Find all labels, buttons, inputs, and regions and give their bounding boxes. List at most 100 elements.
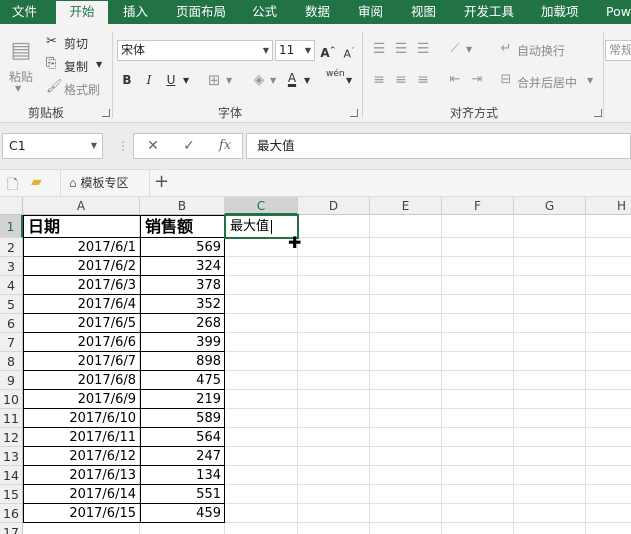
add-tab-button[interactable]: + [154, 171, 169, 192]
cell-sales[interactable]: 475 [141, 371, 224, 390]
cell-sales[interactable]: 352 [141, 295, 224, 314]
cell-sales[interactable]: 324 [141, 257, 224, 276]
underline-dropdown-icon[interactable]: ▼ [183, 76, 189, 85]
row-header-1[interactable]: 1 [0, 215, 23, 238]
formula-input[interactable]: 最大值 [246, 133, 631, 159]
copy-dropdown-icon[interactable]: ▼ [96, 60, 102, 69]
cell-sales[interactable]: 589 [141, 409, 224, 428]
row-header-10[interactable]: 10 [0, 390, 23, 409]
cell-sales[interactable]: 378 [141, 276, 224, 295]
row-header-16[interactable]: 16 [0, 504, 23, 523]
tab-page-layout[interactable]: 页面布局 [176, 0, 226, 24]
font-color-dropdown-icon[interactable]: ▼ [304, 76, 310, 85]
cell-a1[interactable]: 日期 [24, 216, 139, 238]
align-bottom-icon[interactable]: ☰ [413, 39, 433, 59]
cell-date[interactable]: 2017/6/12 [24, 447, 139, 466]
alignment-launcher-icon[interactable] [594, 109, 602, 117]
row-header-2[interactable]: 2 [0, 238, 23, 257]
cell-sales[interactable]: 134 [141, 466, 224, 485]
cancel-icon[interactable]: ✕ [138, 134, 168, 158]
tab-template-zone[interactable]: ⌂ 模板专区 [60, 170, 150, 196]
cell-sales[interactable]: 247 [141, 447, 224, 466]
row-header-14[interactable]: 14 [0, 466, 23, 485]
font-size-combo[interactable]: 11 ▼ [275, 40, 315, 61]
column-header-e[interactable]: E [370, 197, 442, 215]
wrap-text-icon[interactable]: ↵ [496, 39, 516, 59]
align-left-icon[interactable]: ≡ [369, 70, 389, 90]
merge-dropdown-icon[interactable]: ▼ [587, 76, 593, 85]
align-center-icon[interactable]: ≡ [391, 70, 411, 90]
font-launcher-icon[interactable] [350, 109, 358, 117]
cell-sales[interactable]: 569 [141, 238, 224, 257]
tab-data[interactable]: 数据 [305, 0, 330, 24]
cell-sales[interactable]: 399 [141, 333, 224, 352]
row-header-3[interactable]: 3 [0, 257, 23, 276]
tab-addins[interactable]: 加载项 [541, 0, 579, 24]
cell-sales[interactable]: 459 [141, 504, 224, 523]
merge-center-icon[interactable]: ⊟ [496, 70, 516, 90]
merge-center-button[interactable]: 合并后居中 [517, 74, 577, 91]
cell-sales[interactable]: 564 [141, 428, 224, 447]
new-file-icon[interactable]: 🗋 [7, 174, 18, 198]
folder-icon[interactable]: ▰ [31, 174, 42, 190]
cell-date[interactable]: 2017/6/7 [24, 352, 139, 371]
row-header-6[interactable]: 6 [0, 314, 23, 333]
row-header-5[interactable]: 5 [0, 295, 23, 314]
align-middle-icon[interactable]: ☰ [391, 39, 411, 59]
format-painter-button[interactable]: 格式刷 [64, 81, 100, 98]
cell-sales[interactable]: 898 [141, 352, 224, 371]
name-box[interactable]: C1 ▼ [2, 133, 103, 159]
borders-dropdown-icon[interactable]: ▼ [226, 76, 232, 85]
align-top-icon[interactable]: ☰ [369, 39, 389, 59]
tab-insert[interactable]: 插入 [123, 0, 148, 24]
cell-date[interactable]: 2017/6/3 [24, 276, 139, 295]
cell-date[interactable]: 2017/6/13 [24, 466, 139, 485]
fill-color-icon[interactable]: ◈ [249, 70, 269, 90]
column-header-a[interactable]: A [23, 197, 140, 215]
align-right-icon[interactable]: ≡ [413, 70, 433, 90]
column-header-b[interactable]: B [140, 197, 225, 215]
increase-font-icon[interactable]: A^ [318, 40, 338, 60]
decrease-font-icon[interactable]: Aˇ [339, 41, 359, 61]
row-header-12[interactable]: 12 [0, 428, 23, 447]
column-header-f[interactable]: F [442, 197, 514, 215]
underline-button[interactable]: U [161, 70, 181, 90]
cell-date[interactable]: 2017/6/6 [24, 333, 139, 352]
borders-icon[interactable]: ⊞ [204, 70, 224, 90]
column-header-g[interactable]: G [514, 197, 586, 215]
cell-date[interactable]: 2017/6/8 [24, 371, 139, 390]
wrap-text-button[interactable]: 自动换行 [517, 42, 565, 59]
column-header-c[interactable]: C [225, 197, 298, 215]
cell-sales[interactable]: 551 [141, 485, 224, 504]
cell-date[interactable]: 2017/6/10 [24, 409, 139, 428]
cell-date[interactable]: 2017/6/2 [24, 257, 139, 276]
paste-icon[interactable]: ▤ [8, 36, 34, 66]
phonetic-dropdown-icon[interactable]: ▼ [346, 76, 352, 85]
tab-view[interactable]: 视图 [411, 0, 436, 24]
tab-formulas[interactable]: 公式 [252, 0, 277, 24]
cell-date[interactable]: 2017/6/14 [24, 485, 139, 504]
cell-date[interactable]: 2017/6/1 [24, 238, 139, 257]
font-name-combo[interactable]: 宋体 ▼ [117, 40, 273, 61]
enter-icon[interactable]: ✓ [174, 134, 204, 158]
cell-date[interactable]: 2017/6/4 [24, 295, 139, 314]
clipboard-launcher-icon[interactable] [102, 109, 110, 117]
row-header-13[interactable]: 13 [0, 447, 23, 466]
column-header-d[interactable]: D [298, 197, 370, 215]
row-header-15[interactable]: 15 [0, 485, 23, 504]
cell-date[interactable]: 2017/6/9 [24, 390, 139, 409]
cell-date[interactable]: 2017/6/11 [24, 428, 139, 447]
tab-file[interactable]: 文件 [12, 0, 37, 24]
cell-date[interactable]: 2017/6/15 [24, 504, 139, 523]
cell-date[interactable]: 2017/6/5 [24, 314, 139, 333]
bold-button[interactable]: B [117, 70, 137, 90]
number-format-combo[interactable]: 常规 [605, 40, 631, 61]
increase-indent-icon[interactable]: ⇥ [467, 70, 487, 90]
select-all-corner[interactable] [0, 197, 23, 215]
insert-function-button[interactable]: fx [210, 134, 240, 158]
cell-sales[interactable]: 219 [141, 390, 224, 409]
tab-developer[interactable]: 开发工具 [464, 0, 514, 24]
tab-power[interactable]: Pow [606, 0, 631, 24]
tab-review[interactable]: 审阅 [358, 0, 383, 24]
row-header-8[interactable]: 8 [0, 352, 23, 371]
